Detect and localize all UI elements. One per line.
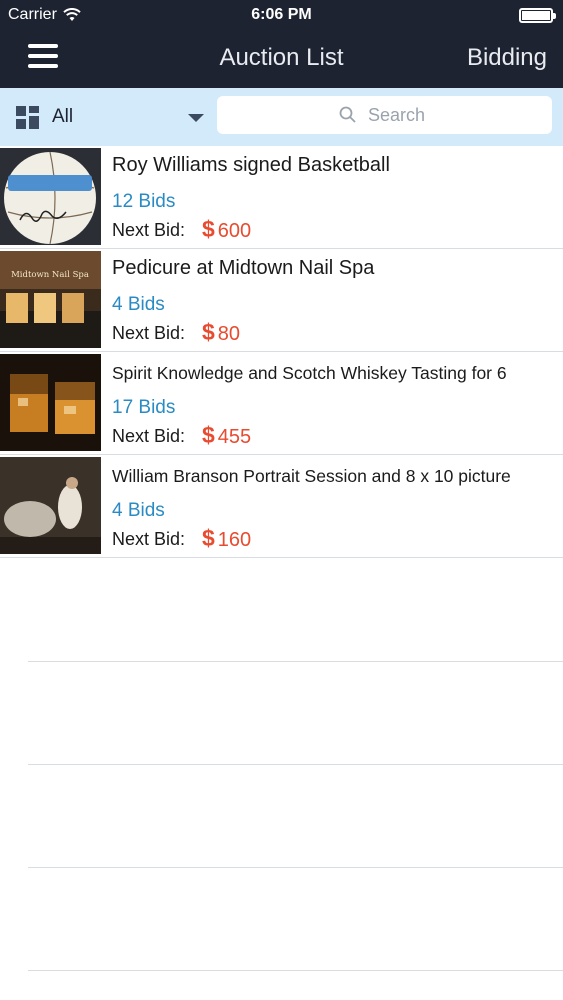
nail-spa-thumbnail: Midtown Nail Spa	[0, 251, 101, 348]
battery-icon	[519, 8, 556, 23]
category-filter-value: All	[52, 106, 74, 127]
top-bar: Carrier 6:06 PM Auction List Bidding	[0, 0, 563, 88]
portrait-thumbnail	[0, 457, 101, 554]
search-input[interactable]: Search	[217, 96, 552, 134]
dollar-sign: $	[202, 319, 215, 345]
auction-item[interactable]: Spirit Knowledge and Scotch Whiskey Tast…	[0, 352, 563, 455]
nav-bar: Auction List Bidding	[0, 30, 563, 88]
basketball-thumbnail	[0, 148, 101, 245]
next-bid-price: $160	[202, 525, 251, 552]
item-title: William Branson Portrait Session and 8 x…	[112, 466, 511, 486]
category-filter-dropdown[interactable]: All	[0, 88, 210, 146]
bid-count: 4 Bids	[112, 294, 165, 315]
status-bar: Carrier 6:06 PM	[0, 0, 563, 30]
price-value: 160	[217, 529, 252, 551]
dollar-sign: $	[202, 422, 215, 448]
next-bid-label: Next Bid:	[112, 529, 186, 549]
search-placeholder: Search	[368, 105, 426, 125]
bidding-button[interactable]: Bidding	[467, 44, 547, 72]
next-bid-label: Next Bid:	[112, 220, 186, 240]
bid-count: 17 Bids	[112, 397, 176, 418]
price-value: 600	[217, 220, 252, 242]
grid-icon	[16, 106, 40, 130]
empty-row-divider	[28, 764, 563, 765]
auction-item[interactable]: William Branson Portrait Session and 8 x…	[0, 455, 563, 558]
dollar-sign: $	[202, 216, 215, 242]
next-bid-price: $80	[202, 319, 240, 346]
empty-row-divider	[28, 970, 563, 971]
next-bid-price: $600	[202, 216, 251, 243]
next-bid-label: Next Bid:	[112, 323, 186, 343]
image-sign-text: Midtown Nail Spa	[11, 270, 89, 280]
item-title: Pedicure at Midtown Nail Spa	[112, 257, 375, 279]
price-value: 455	[217, 426, 252, 448]
auction-list: Roy Williams signed Basketball 12 Bids N…	[0, 146, 563, 558]
search-icon	[339, 106, 356, 123]
next-bid-price: $455	[202, 422, 251, 449]
price-value: 80	[217, 323, 241, 345]
empty-row-divider	[28, 867, 563, 868]
clock: 6:06 PM	[251, 6, 312, 23]
chevron-down-icon	[188, 114, 204, 122]
item-title: Roy Williams signed Basketball	[112, 154, 390, 176]
bid-count: 4 Bids	[112, 500, 165, 521]
bid-count: 12 Bids	[112, 191, 176, 212]
dollar-sign: $	[202, 525, 215, 551]
auction-item[interactable]: Roy Williams signed Basketball 12 Bids N…	[0, 146, 563, 249]
empty-row-divider	[28, 661, 563, 662]
whiskey-thumbnail	[0, 354, 101, 451]
auction-item[interactable]: Midtown Nail Spa Pedicure at Midtown Nai…	[0, 249, 563, 352]
next-bid-label: Next Bid:	[112, 426, 186, 446]
item-title: Spirit Knowledge and Scotch Whiskey Tast…	[112, 363, 507, 383]
